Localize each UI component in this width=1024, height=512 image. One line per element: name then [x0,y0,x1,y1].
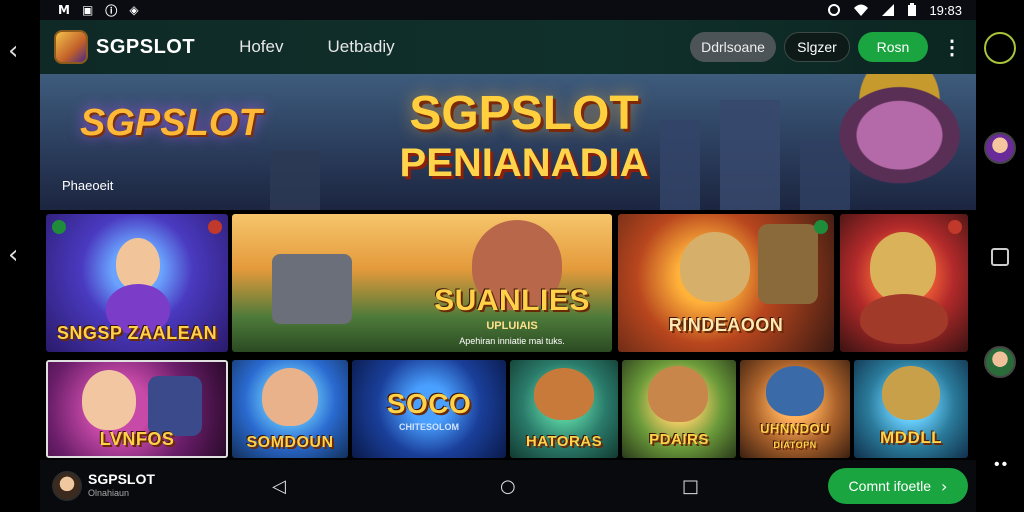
more-dots-icon[interactable]: •• [994,456,1009,474]
slot-machine-image [272,254,352,324]
kebab-menu-icon[interactable]: ⋮ [942,35,962,60]
nav-link[interactable]: Hofev [239,37,283,57]
game-title: RINDEAOON [668,315,784,335]
character-image [882,366,940,420]
left-rail: ‹ ‹ [0,0,40,512]
character-image [870,232,936,302]
register-button[interactable]: Rosn [858,32,928,62]
character-image [860,294,948,344]
character-image [116,238,160,290]
hero-title: SGPSLOT PENIANADIA [374,88,674,186]
back-chevron-icon[interactable]: ‹ [8,36,18,66]
wifi-icon [854,4,869,16]
logo-icon[interactable] [54,30,88,64]
game-title: LVNFOS [99,429,175,449]
prev-chevron-icon[interactable]: ‹ [8,240,18,270]
cell-icon [882,4,895,16]
game-subtitle: CHITESOLOM [399,422,459,432]
recents-nav-icon[interactable]: □ [682,476,699,497]
back-nav-icon[interactable]: ◁ [272,476,286,497]
character-image [262,368,318,426]
bottom-brand-name: SGPSLOT [88,471,155,487]
game-title: SNGSP ZAALEAN [56,323,218,343]
clock: 19:83 [929,2,962,18]
status-bar: M ▣ ⓘ ◈ 19:83 [0,0,976,20]
game-caption: Apehiran inniatie mai tuks. [459,336,565,346]
game-title: HATORAS [525,433,603,450]
game-tile[interactable]: SOCO CHITESOLOM [352,360,506,458]
game-tile[interactable]: PDAIRS [622,360,736,458]
character-image [148,376,202,436]
app-icon: ◈ [129,3,139,17]
secondary-button[interactable]: Ddrlsoane [690,32,776,62]
game-title: UHNNDOU [760,421,830,436]
location-icon [828,4,841,16]
game-tile[interactable]: RINDEAOON [618,214,834,352]
game-tile[interactable]: SNGSP ZAALEAN [46,214,228,352]
chevron-right-icon: › [941,476,948,496]
badge-icon [814,220,828,234]
game-tile[interactable]: UHNNDOU DIATOPN [740,360,850,458]
bottom-bar: SGPSLOT Olnahiaun ◁ ○ □ Comnt ifoetle › [40,460,976,512]
game-tile[interactable]: SOMDOUN [232,360,348,458]
home-nav-icon[interactable]: ○ [500,476,516,497]
brand-name[interactable]: SGPSLOT [96,36,195,59]
game-tile-featured[interactable]: SUANLIES UPLUIAIS Apehiran inniatie mai … [232,214,612,352]
badge-icon [208,220,222,234]
game-title: MDDLL [880,428,942,447]
game-title: SOMDOUN [246,434,334,451]
right-rail: •• [976,0,1024,512]
game-title: SUANLIES [434,284,590,317]
chat-bubble-icon[interactable] [984,32,1016,64]
avatar[interactable] [984,132,1016,164]
game-tile[interactable] [840,214,968,352]
badge-icon [52,220,66,234]
window-icon[interactable] [991,248,1009,266]
cta-button[interactable]: Comnt ifoetle › [828,468,968,504]
bottom-brand-tagline: Olnahiaun [88,488,130,498]
castle-decoration [720,100,780,210]
hero-title-line2: PENIANADIA [399,141,649,185]
nav-link[interactable]: Uetbadiy [328,37,395,57]
cta-label: Comnt ifoetle [848,478,932,494]
signin-button[interactable]: Slgzer [784,32,850,62]
character-image [534,368,594,420]
game-tile[interactable]: HATORAS [510,360,618,458]
avatar[interactable] [52,471,82,501]
hero-subtitle: Phaeoeit [62,178,114,193]
character-image [680,232,750,302]
character-image [758,224,818,304]
app-header: SGPSLOT Hofev Uetbadiy Ddrlsoane Slgzer … [40,20,976,74]
hero-character-image [806,74,976,210]
character-image [82,370,136,430]
game-tile-selected[interactable]: LVNFOS [46,360,228,458]
game-title: SOCO [386,388,472,419]
bottom-brand[interactable]: SGPSLOT Olnahiaun [88,472,155,500]
battery-icon [908,3,917,16]
hero-banner[interactable]: SGPSLOT Phaeoeit SGPSLOT PENIANADIA [40,74,976,210]
game-tile[interactable]: MDDLL [854,360,968,458]
image-icon: ▣ [81,3,94,17]
game-subtitle: UPLUIAIS [486,320,538,332]
character-image [648,366,708,422]
hero-title-line1: SGPSLOT [409,87,639,140]
avatar[interactable] [984,346,1016,378]
game-subtitle: DIATOPN [773,440,817,450]
hero-logo: SGPSLOT [80,102,262,144]
game-title: PDAIRS [649,431,709,448]
character-image [766,366,824,416]
badge-icon [948,220,962,234]
signal-icon: M [58,3,70,17]
info-icon: ⓘ [105,3,118,18]
castle-decoration [270,150,320,210]
